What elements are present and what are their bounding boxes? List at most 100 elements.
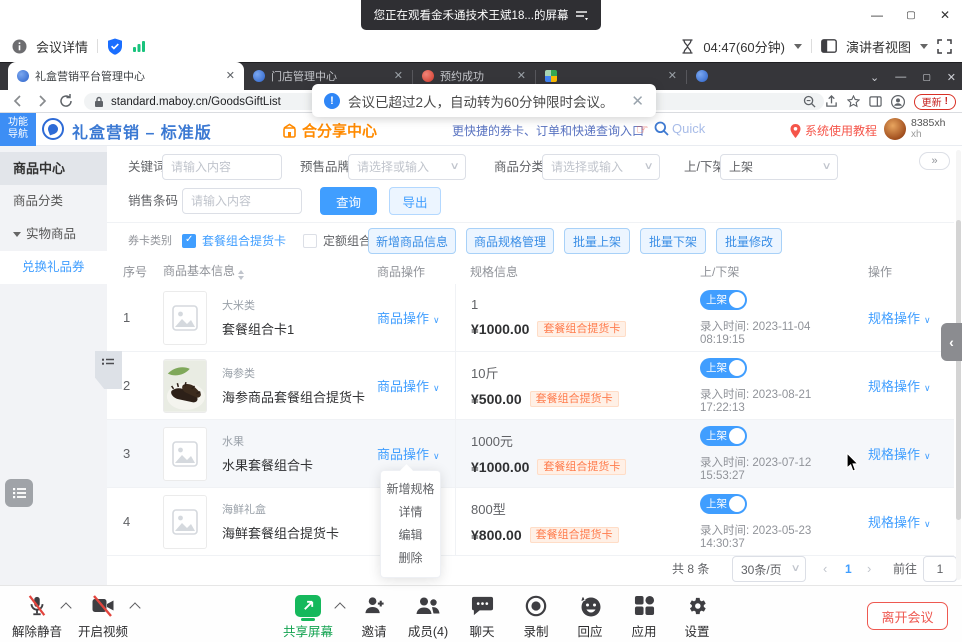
- unmute-button[interactable]: 解除静音: [5, 592, 69, 640]
- tab-close-icon[interactable]: ✕: [226, 71, 235, 82]
- spec-manage-button[interactable]: 商品规格管理: [466, 228, 554, 254]
- tab-search-caret-icon[interactable]: ⌄: [870, 71, 879, 84]
- sidebar-item-goods-category[interactable]: 商品分类: [0, 185, 107, 218]
- browser-minimize-button[interactable]: —: [895, 71, 906, 83]
- user-avatar[interactable]: [884, 118, 906, 140]
- function-nav-button[interactable]: 功能导航: [0, 113, 36, 146]
- maximize-button[interactable]: ▢: [894, 0, 928, 30]
- sidebar-item-gift-voucher[interactable]: 兑换礼品券: [0, 251, 107, 284]
- side-panel-icon[interactable]: [869, 95, 882, 108]
- quick-entry-hint: 更快捷的券卡、订单和快递查询入口: [452, 122, 644, 139]
- package-card-checkbox[interactable]: [182, 234, 196, 248]
- category-select[interactable]: 请选择或输入∨: [542, 154, 660, 180]
- close-button[interactable]: ✕: [928, 0, 962, 30]
- package-card-option[interactable]: 套餐组合提货卡: [202, 228, 286, 254]
- shelf-status-toggle[interactable]: 上架: [700, 426, 747, 446]
- collapse-filters-button[interactable]: »: [919, 152, 950, 170]
- goto-page-input[interactable]: [923, 556, 957, 582]
- menu-item-delete[interactable]: 删除: [381, 547, 440, 570]
- product-action-dropdown[interactable]: 商品操作: [377, 447, 440, 462]
- search-button[interactable]: 查询: [320, 187, 377, 215]
- export-button[interactable]: 导出: [389, 187, 441, 215]
- meeting-toolbar: 解除静音 开启视频 共享屏幕 邀请 成员(4): [0, 585, 962, 642]
- spec-action-dropdown[interactable]: 规格操作: [868, 379, 931, 394]
- tab-close-icon[interactable]: ✕: [517, 71, 526, 82]
- minimize-button[interactable]: —: [860, 0, 894, 30]
- meeting-timer: 04:47(60分钟): [703, 37, 785, 56]
- shelf-status-toggle[interactable]: 上架: [700, 290, 747, 310]
- camera-off-icon: [71, 592, 135, 619]
- tab-close-icon[interactable]: ✕: [394, 71, 403, 82]
- share-icon[interactable]: [825, 95, 838, 108]
- network-signal-icon[interactable]: [132, 39, 146, 53]
- forward-icon[interactable]: [34, 93, 50, 109]
- bookmark-star-icon[interactable]: [847, 95, 860, 108]
- shelf-status-toggle[interactable]: 上架: [700, 358, 747, 378]
- product-action-dropdown[interactable]: 商品操作: [377, 311, 440, 326]
- brand-select[interactable]: 请选择或输入∨: [348, 154, 466, 180]
- barcode-input[interactable]: [182, 188, 302, 214]
- leave-meeting-button[interactable]: 离开会议: [867, 602, 948, 630]
- quick-search-label[interactable]: Quick: [672, 121, 705, 136]
- batch-on-shelf-button[interactable]: 批量上架: [564, 228, 630, 254]
- browser-tab-5[interactable]: [687, 62, 767, 90]
- watching-text: 您正在观看金禾通技术王斌18...的屏幕: [374, 7, 569, 23]
- keyword-input[interactable]: [162, 154, 282, 180]
- spec-action-dropdown[interactable]: 规格操作: [868, 311, 931, 326]
- browser-tab-1[interactable]: 礼盒营销平台管理中心 ✕: [8, 62, 244, 90]
- screen-share-icon: [295, 595, 321, 617]
- banner-list-icon[interactable]: [575, 10, 588, 21]
- back-icon[interactable]: [10, 93, 26, 109]
- spec-action-dropdown[interactable]: 规格操作: [868, 515, 931, 530]
- prev-page-icon[interactable]: ‹: [823, 556, 827, 582]
- page-size-select[interactable]: 30条/页∨: [732, 556, 806, 582]
- reload-icon[interactable]: [58, 93, 74, 109]
- profile-icon[interactable]: [891, 95, 905, 109]
- product-thumbnail-placeholder: [163, 495, 207, 549]
- card-type-label: 券卡类别: [128, 228, 172, 254]
- shelf-status-select[interactable]: 上架∨: [720, 154, 838, 180]
- view-mode-selector[interactable]: 演讲者视图: [846, 37, 911, 56]
- table-row: 2 海参类海参商品套餐组合提货卡 商品操作 10斤 ¥500.00套餐组合提货卡…: [107, 352, 954, 420]
- browser-close-button[interactable]: ✕: [947, 71, 956, 84]
- fullscreen-icon[interactable]: [937, 39, 952, 54]
- next-page-icon[interactable]: ›: [867, 556, 871, 582]
- browser-update-button[interactable]: 更新!: [914, 94, 956, 110]
- spec-action-dropdown[interactable]: 规格操作: [868, 447, 931, 462]
- batch-off-shelf-button[interactable]: 批量下架: [640, 228, 706, 254]
- expand-side-panel-handle[interactable]: ‹: [941, 323, 962, 361]
- share-screen-button[interactable]: 共享屏幕: [276, 592, 340, 640]
- url-text: standard.maboy.cn/GoodsGiftList: [111, 96, 281, 108]
- timer-dropdown-caret-icon[interactable]: [794, 44, 802, 49]
- menu-item-details[interactable]: 详情: [381, 501, 440, 524]
- current-page[interactable]: 1: [845, 556, 852, 582]
- add-product-button[interactable]: 新增商品信息: [368, 228, 456, 254]
- settings-button[interactable]: 设置: [665, 592, 729, 640]
- meeting-details-button[interactable]: 会议详情: [36, 37, 88, 56]
- quick-search-icon[interactable]: [654, 121, 669, 136]
- lock-icon: [94, 96, 104, 108]
- meeting-window: 您正在观看金禾通技术王斌18...的屏幕 — ▢ ✕ 会议详情 04:47(60…: [0, 0, 962, 642]
- fixed-amount-card-checkbox[interactable]: [303, 234, 317, 248]
- floating-list-button[interactable]: [5, 479, 33, 507]
- browser-restore-button[interactable]: ▢: [922, 72, 931, 83]
- share-center-link[interactable]: 合分享中心: [282, 120, 377, 141]
- start-video-button[interactable]: 开启视频: [71, 592, 135, 640]
- tutorial-link[interactable]: 系统使用教程: [790, 122, 877, 139]
- barcode-label: 销售条码: [128, 188, 178, 214]
- notification-info-icon: !: [324, 93, 340, 109]
- goto-label: 前往: [893, 556, 917, 582]
- batch-edit-button[interactable]: 批量修改: [716, 228, 782, 254]
- tab-close-icon[interactable]: ✕: [668, 71, 677, 82]
- sort-icon[interactable]: [238, 270, 244, 280]
- zoom-icon[interactable]: [803, 95, 816, 108]
- view-dropdown-caret-icon[interactable]: [920, 44, 928, 49]
- security-shield-icon[interactable]: [107, 38, 123, 55]
- menu-item-add-spec[interactable]: 新增规格: [381, 478, 440, 501]
- menu-item-edit[interactable]: 编辑: [381, 524, 440, 547]
- scrollbar-thumb[interactable]: [956, 220, 961, 520]
- notification-close-icon[interactable]: ✕: [631, 92, 644, 110]
- shelf-status-toggle[interactable]: 上架: [700, 494, 747, 514]
- product-action-dropdown[interactable]: 商品操作: [377, 379, 440, 394]
- sidebar-item-physical-goods[interactable]: 实物商品: [0, 218, 107, 251]
